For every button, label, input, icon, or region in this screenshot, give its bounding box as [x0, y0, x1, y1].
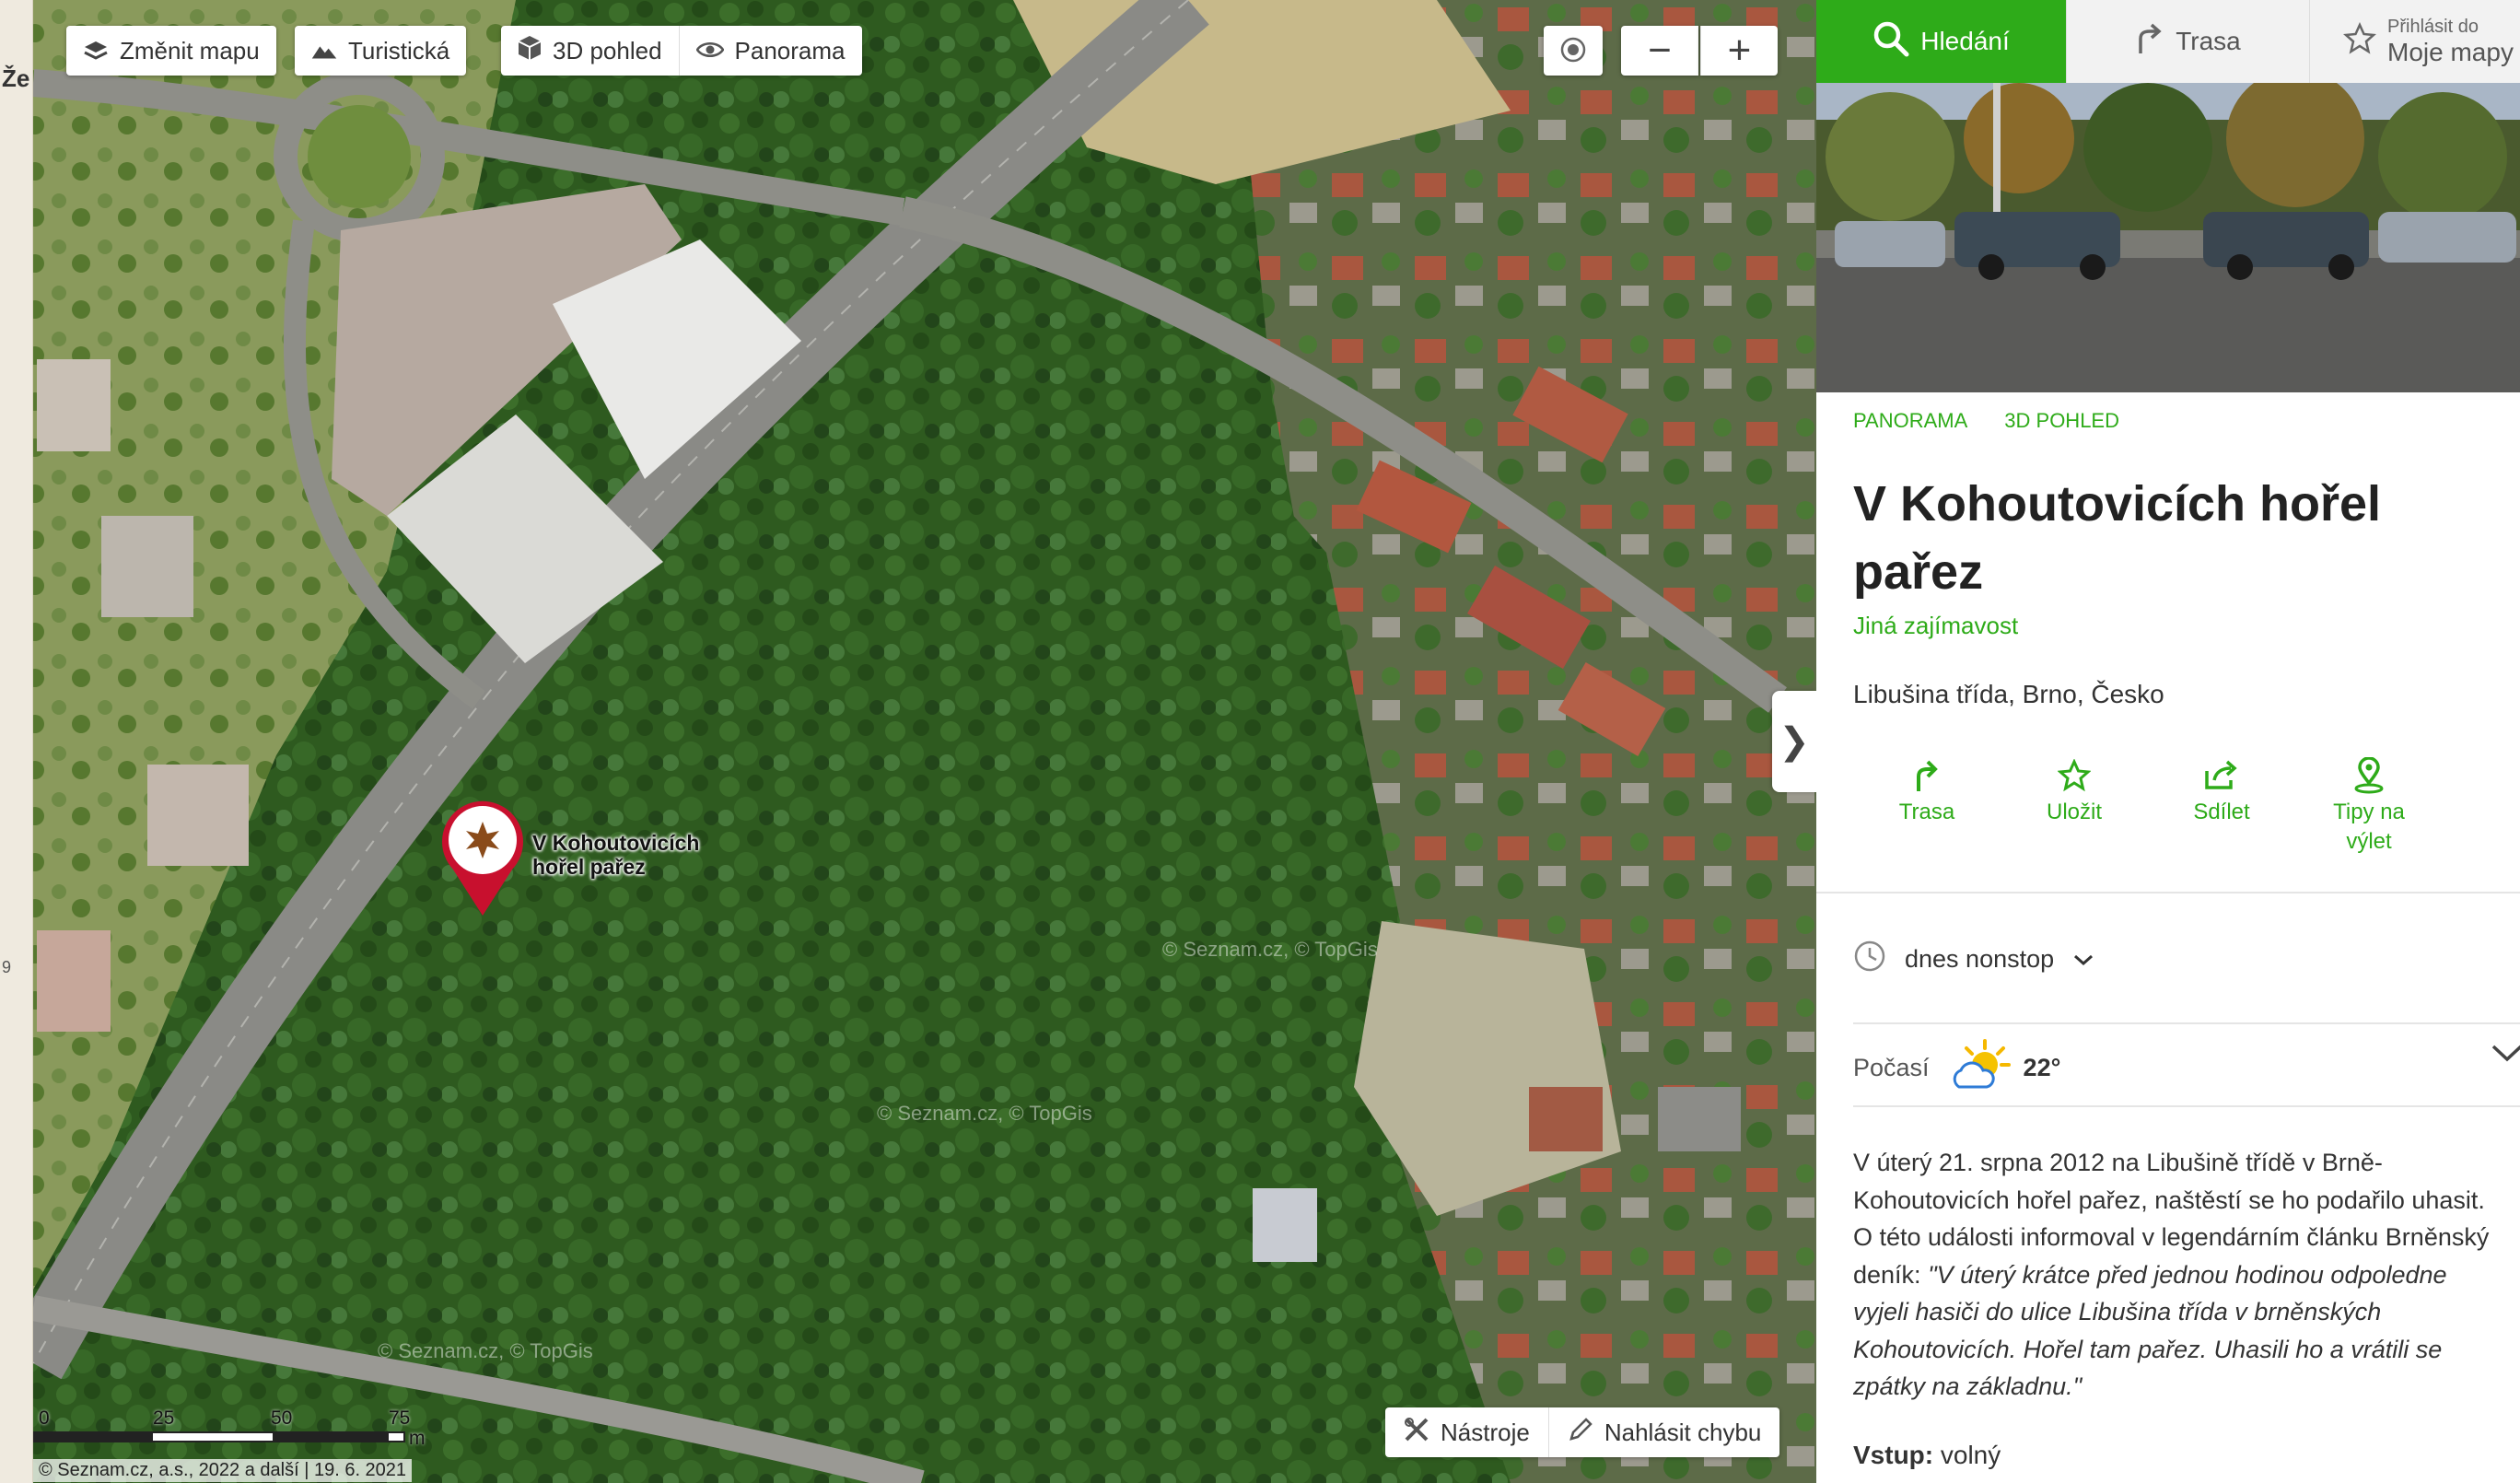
tools-button[interactable]: Nástroje: [1385, 1407, 1549, 1457]
collapse-panel-button[interactable]: ❯: [1772, 691, 1816, 792]
media-links: PANORAMA 3D POHLED: [1853, 409, 2119, 433]
plus-icon: +: [1727, 28, 1752, 73]
entry-label: Vstup:: [1853, 1441, 1934, 1469]
login-hint: Přihlásit do: [2387, 17, 2479, 37]
scale-unit: m: [409, 1428, 426, 1449]
description-quote: "V úterý krátce před jednou hodinou odpo…: [1853, 1260, 2447, 1401]
locate-icon: [1559, 28, 1587, 74]
left-map-edge: Že 9: [0, 0, 33, 1483]
eye-icon: [695, 37, 725, 65]
opening-hours[interactable]: dnes nonstop: [1853, 940, 2094, 979]
divider: [1853, 1105, 2520, 1107]
chevron-down-icon: [2072, 945, 2094, 974]
layers-icon: [83, 38, 109, 64]
zoom-out-button[interactable]: −: [1621, 26, 1698, 76]
divider: [1816, 892, 2520, 893]
poi-label-line1: V Kohoutovicích: [532, 831, 700, 855]
place-actions: Trasa Uložit Sdílet Tipy na výlet: [1853, 753, 2443, 857]
map-canvas[interactable]: Že 9 Změnit mapu Turistická 3D pohled Pa…: [0, 0, 1816, 1483]
pencil-icon: [1568, 1417, 1593, 1449]
route-arrow-icon: [1913, 753, 1941, 798]
tourist-map-button[interactable]: Turistická: [295, 26, 467, 76]
map-watermark: © Seznam.cz, © TopGis: [378, 1339, 593, 1362]
tourist-map-label: Turistická: [348, 36, 450, 64]
tab-route[interactable]: Trasa: [2067, 0, 2310, 83]
cube-icon: [518, 35, 542, 67]
trip-tips-button[interactable]: Tipy na výlet: [2295, 753, 2443, 857]
share-action-label: Sdílet: [2193, 800, 2250, 824]
panorama-photo[interactable]: [1816, 83, 2520, 392]
tools-icon: [1404, 1417, 1429, 1449]
street-fragment-label: Že: [2, 64, 30, 92]
entry-value: volný: [1940, 1441, 2001, 1469]
share-icon: [2203, 753, 2240, 798]
change-map-label: Změnit mapu: [120, 36, 260, 64]
location-pin-icon: [2353, 753, 2385, 798]
locate-me-button[interactable]: [1544, 26, 1603, 76]
scale-tick: 0: [39, 1407, 50, 1429]
divider: [1853, 1022, 2520, 1024]
place-title: V Kohoutovicích hořel pařez: [1853, 476, 2382, 600]
weather-label: Počasí: [1853, 1054, 1930, 1081]
chevron-down-icon[interactable]: [2491, 1041, 2520, 1069]
save-action-button[interactable]: Uložit: [2001, 753, 2148, 857]
place-description: V úterý 21. srpna 2012 na Libušině třídě…: [1853, 1144, 2498, 1406]
panorama-link[interactable]: PANORAMA: [1853, 409, 1967, 433]
mountain-icon: [311, 38, 337, 64]
scale-tick: 75: [389, 1407, 411, 1429]
report-error-button[interactable]: Nahlásit chybu: [1549, 1407, 1780, 1457]
poi-label-line2: hořel pařez: [532, 855, 646, 879]
map-pin-icon: [442, 800, 523, 916]
chevron-right-icon: ❯: [1779, 721, 1810, 762]
poi-label[interactable]: V Kohoutovicích hořel pařez: [532, 831, 699, 879]
share-action-button[interactable]: Sdílet: [2148, 753, 2295, 857]
tab-route-label: Trasa: [2176, 27, 2241, 55]
view-mode-group: 3D pohled Panorama: [501, 26, 862, 76]
aerial-imagery: [0, 0, 1816, 1483]
3d-view-button[interactable]: 3D pohled: [501, 26, 680, 76]
route-arrow-icon: [2135, 22, 2164, 62]
place-category[interactable]: Jiná zajímavost: [1853, 612, 2018, 640]
star-icon: [2058, 753, 2091, 798]
opening-hours-text: dnes nonstop: [1905, 945, 2055, 973]
scale-bar: 0 25 50 75 m: [33, 1407, 426, 1450]
partly-cloudy-icon: [1950, 1037, 2014, 1099]
tab-search-label: Hledání: [1920, 27, 2010, 55]
report-error-label: Nahlásit chybu: [1604, 1418, 1762, 1446]
tab-login[interactable]: Přihlásit do Moje mapy: [2310, 0, 2520, 83]
entry-info: Vstup: volný: [1853, 1441, 2001, 1470]
map-watermark: © Seznam.cz, © TopGis: [877, 1102, 1092, 1125]
minus-icon: −: [1648, 28, 1672, 73]
panel-tabs: Hledání Trasa Přihlásit do Moje mapy: [1816, 0, 2520, 83]
3d-view-label: 3D pohled: [553, 36, 662, 64]
scale-tick: 25: [153, 1407, 175, 1429]
scale-tick: 50: [271, 1407, 293, 1429]
route-action-label: Trasa: [1898, 800, 1955, 824]
clock-icon: [1853, 940, 1886, 979]
house-number-label: 9: [2, 958, 12, 976]
weather-temperature: 22°: [2023, 1054, 2061, 1081]
3d-view-link[interactable]: 3D POHLED: [2004, 409, 2119, 433]
trip-tips-label: Tipy na výlet: [2333, 800, 2405, 854]
search-icon: [1872, 20, 1909, 64]
map-watermark: © Seznam.cz, © TopGis: [1162, 938, 1378, 961]
my-maps-label: Moje mapy: [2387, 38, 2514, 66]
panorama-button[interactable]: Panorama: [680, 26, 862, 76]
tools-label: Nástroje: [1441, 1418, 1530, 1446]
place-address: Libušina třída, Brno, Česko: [1853, 680, 2164, 708]
detail-panel: Hledání Trasa Přihlásit do Moje mapy PAN…: [1816, 0, 2520, 1483]
tab-search[interactable]: Hledání: [1816, 0, 2067, 83]
map-copyright[interactable]: © Seznam.cz, a.s., 2022 a další | 19. 6.…: [33, 1459, 413, 1482]
route-action-button[interactable]: Trasa: [1853, 753, 2001, 857]
panorama-label: Panorama: [734, 36, 846, 64]
weather-row[interactable]: Počasí 22°: [1853, 1037, 2520, 1099]
save-action-label: Uložit: [2046, 800, 2102, 824]
poi-marker[interactable]: [438, 796, 527, 917]
map-tools-bar: Nástroje Nahlásit chybu: [1385, 1407, 1780, 1457]
star-outline-icon: [2342, 21, 2377, 62]
zoom-in-button[interactable]: +: [1700, 26, 1778, 76]
change-map-button[interactable]: Změnit mapu: [66, 26, 276, 76]
